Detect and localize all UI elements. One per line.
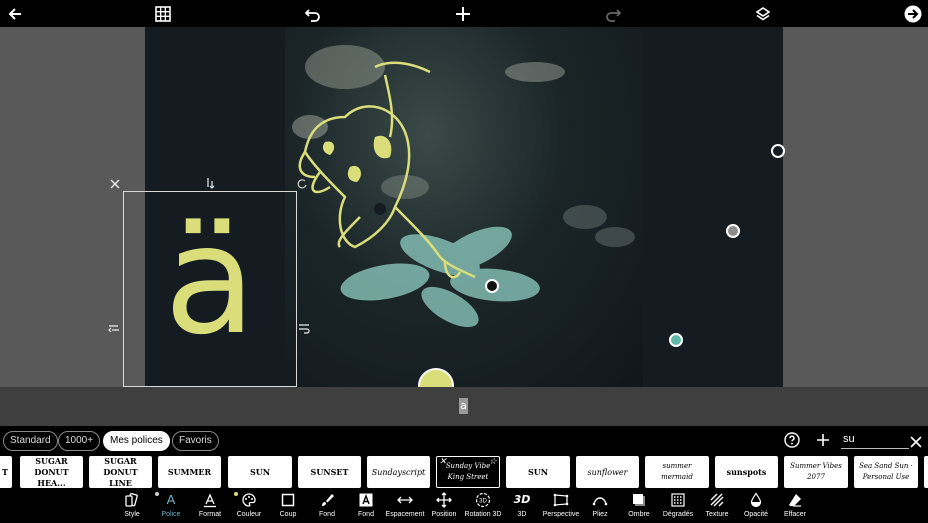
tab-my-fonts[interactable]: Mes polices (103, 431, 170, 451)
clover-illustration (340, 226, 540, 328)
color-indicator (234, 492, 238, 496)
tool-fond-brush[interactable]: Fond (307, 491, 347, 523)
font-card-label: SUN (249, 466, 271, 477)
opacity-icon (748, 491, 764, 508)
font-card[interactable]: Summer Vibes 2077 (784, 456, 848, 488)
handle-black[interactable] (485, 279, 499, 293)
font-card[interactable]: SUNSET (298, 456, 361, 488)
font-search-input[interactable]: su (843, 433, 855, 445)
handle-gray[interactable] (726, 224, 740, 238)
tool-coup[interactable]: Coup (268, 491, 308, 523)
grid-icon[interactable] (148, 0, 178, 27)
top-toolbar (0, 0, 928, 27)
font-card[interactable]: SUMMER (158, 456, 221, 488)
font-card[interactable]: SUGAR DONUT HEA... (20, 456, 83, 488)
shadow-icon (631, 491, 647, 508)
tool-format[interactable]: Format (190, 491, 230, 523)
stroke-icon (280, 491, 296, 508)
add-icon[interactable] (448, 0, 478, 27)
3d-icon: 3D (513, 493, 531, 506)
clear-search-icon[interactable] (909, 434, 923, 448)
palette-icon (241, 491, 257, 508)
redo-icon[interactable] (598, 0, 628, 27)
tool-effacer[interactable]: Effacer (775, 491, 815, 523)
spacing-icon (396, 491, 414, 508)
texture-icon (709, 491, 725, 508)
resize-vertical-icon[interactable] (203, 175, 217, 189)
modified-indicator (155, 492, 159, 496)
app-window: ä a Standard 1000+ Mes polices Favoris s… (0, 0, 928, 523)
tool-ombre[interactable]: Ombre (619, 491, 659, 523)
font-card[interactable]: Sundayscript (367, 456, 430, 488)
remove-icon[interactable]: ✕ (439, 457, 447, 468)
handle-teal[interactable] (669, 333, 683, 347)
format-icon (202, 491, 218, 508)
eraser-icon (787, 491, 803, 508)
next-arrow-icon[interactable] (898, 0, 928, 27)
tool-espacement[interactable]: Espacement (385, 491, 425, 523)
tool-style[interactable]: Style (112, 491, 152, 523)
font-card[interactable]: Sea Sand Sun · Personal Use (854, 456, 918, 488)
handle-white[interactable] (771, 144, 785, 158)
text-background-icon (358, 491, 374, 508)
font-card[interactable]: SUN (506, 456, 570, 488)
wrap-text-icon[interactable] (297, 320, 311, 334)
layers-icon[interactable] (748, 0, 778, 27)
font-card[interactable]: sunflower (576, 456, 639, 488)
tool-opacite[interactable]: Opacité (736, 491, 776, 523)
brush-icon (319, 491, 335, 508)
gradient-icon (670, 491, 686, 508)
favorite-star-outline-icon[interactable]: ☆ (489, 457, 497, 468)
tab-1000-plus[interactable]: 1000+ (58, 431, 101, 451)
handle-yellow[interactable] (418, 368, 454, 387)
perspective-icon (553, 491, 569, 508)
tool-position[interactable]: Position (424, 491, 464, 523)
back-arrow-icon[interactable] (0, 0, 30, 27)
font-card[interactable]: SUGAR DONUT LINE (89, 456, 152, 488)
tab-standard[interactable]: Standard (3, 431, 58, 451)
tool-3d[interactable]: 3D 3D (502, 491, 542, 523)
font-icon: A (166, 492, 176, 507)
search-underline (841, 448, 909, 449)
font-card-partial-right[interactable] (924, 456, 928, 488)
tool-degrades[interactable]: Dégradés (658, 491, 698, 523)
bend-icon (592, 491, 608, 508)
delete-layer-icon[interactable] (108, 176, 122, 190)
tool-rotation-3d[interactable]: 3D Rotation 3D (463, 491, 503, 523)
font-card[interactable]: summer mermaid (645, 456, 709, 488)
tool-pliez[interactable]: Pliez (580, 491, 620, 523)
favorite-star-icon[interactable]: ★ (280, 458, 288, 469)
font-card-partial-left[interactable]: T (0, 456, 12, 488)
add-font-icon[interactable] (815, 432, 831, 448)
text-layer-character[interactable]: ä (164, 196, 264, 366)
font-card[interactable]: SUN ★ (228, 456, 292, 488)
font-card-selected[interactable]: Sunday Vibe King Street ✕ ☆ (436, 456, 500, 488)
rotation-3d-icon: 3D (475, 491, 491, 508)
tool-texture[interactable]: Texture (697, 491, 737, 523)
svg-text:3D: 3D (479, 498, 487, 504)
font-card[interactable]: sunspots (715, 456, 778, 488)
preview-character: a (459, 398, 468, 414)
help-icon[interactable] (784, 432, 800, 448)
resize-horizontal-icon[interactable] (107, 320, 121, 334)
tool-fond-text[interactable]: Fond (346, 491, 386, 523)
tab-favorites[interactable]: Favoris (172, 431, 219, 451)
tool-perspective[interactable]: Perspective (541, 491, 581, 523)
undo-icon[interactable] (298, 0, 328, 27)
move-icon (436, 491, 452, 508)
rotate-handle-icon[interactable] (295, 176, 309, 190)
style-icon (124, 491, 140, 508)
